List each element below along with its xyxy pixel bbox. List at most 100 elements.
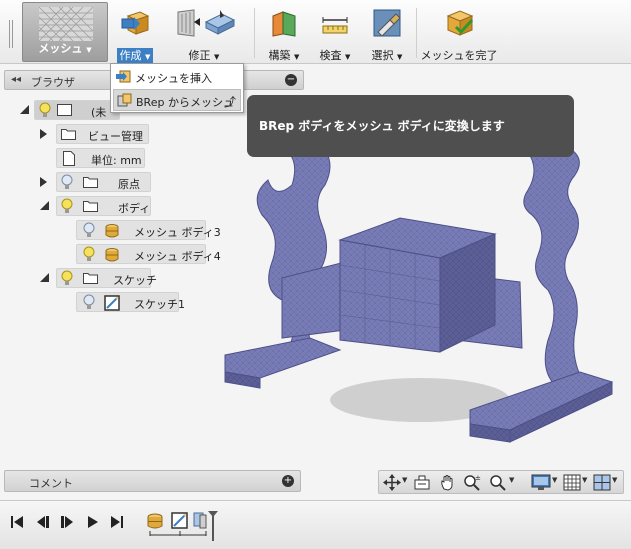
finish-mesh-button[interactable]: メッシュを完了 — [420, 4, 498, 62]
node-view-management[interactable]: ビュー管理 — [56, 124, 149, 144]
collapse-icon[interactable] — [40, 273, 49, 282]
node-sketch-1[interactable]: スケッチ1 — [76, 292, 185, 312]
node-origin[interactable]: 原点 — [56, 172, 151, 192]
inspect-button[interactable]: 検査 ▼ — [312, 4, 358, 62]
inspect-icon — [322, 17, 348, 34]
tree-row-bodies[interactable]: ボディ — [40, 196, 152, 216]
toolbar-separator — [416, 8, 417, 58]
modify-icon — [177, 9, 236, 37]
create-button[interactable]: 作成 ▼ — [112, 4, 158, 63]
inspect-label: 検査 — [319, 49, 342, 62]
chevron-down-icon[interactable]: ▼ — [552, 476, 557, 484]
visibility-bulb-off-icon[interactable] — [83, 294, 95, 310]
workspace-switcher[interactable]: メッシュ ▼ — [22, 2, 108, 62]
construct-label: 構築 — [268, 49, 291, 62]
visibility-bulb-icon[interactable] — [61, 270, 73, 286]
node-label: ビュー管理 — [88, 130, 143, 143]
node-units[interactable]: 単位: mm — [56, 148, 145, 168]
step-back-icon[interactable] — [36, 515, 50, 529]
tree-row-sketch-1[interactable]: スケッチ1 — [76, 292, 185, 312]
node-label: スケッチ — [113, 274, 157, 287]
timeline-features[interactable] — [146, 509, 222, 545]
comments-label: コメント — [29, 477, 73, 490]
node-label: 単位: mm — [91, 154, 142, 167]
select-button[interactable]: 選択 ▼ — [364, 4, 410, 62]
info-curl-icon: ⤴ — [223, 95, 236, 109]
look-at-icon[interactable] — [413, 474, 431, 491]
add-comment-button[interactable]: + — [282, 475, 294, 487]
tree-row-mesh-body-3[interactable]: メッシュ ボディ3 — [76, 220, 221, 240]
mesh-body-icon — [105, 224, 119, 238]
expand-root-icon[interactable] — [20, 105, 29, 114]
visibility-bulb-icon[interactable] — [39, 102, 51, 118]
orbit-icon[interactable] — [383, 474, 401, 491]
tooltip-text: BRep ボディをメッシュ ボディに変換します — [259, 119, 505, 133]
navigation-bar: ▼ ± ▼ ▼ ▼ ▼ — [378, 470, 624, 494]
panel-pin-button[interactable]: − — [285, 74, 297, 86]
visibility-bulb-off-icon[interactable] — [83, 222, 95, 238]
chevron-down-icon[interactable]: ▼ — [509, 476, 514, 484]
viewports-icon[interactable] — [593, 474, 611, 491]
chevron-down-icon[interactable]: ▼ — [402, 476, 407, 484]
mesh-workspace-icon — [39, 7, 93, 41]
go-to-end-icon[interactable] — [110, 515, 124, 529]
root-node[interactable]: (未 — [34, 100, 120, 120]
folder-icon — [83, 201, 98, 212]
node-label: スケッチ1 — [134, 298, 185, 311]
create-dropdown-menu: メッシュを挿入 BRep からメッシュ ⤴ — [110, 63, 244, 113]
visibility-bulb-icon[interactable] — [83, 246, 95, 262]
node-bodies[interactable]: ボディ — [56, 196, 151, 216]
insert-mesh-icon — [116, 70, 131, 83]
node-mesh-body-3[interactable]: メッシュ ボディ3 — [76, 220, 221, 240]
toolbar-grip[interactable] — [9, 20, 13, 48]
display-settings-icon[interactable] — [531, 474, 551, 491]
create-icon — [121, 11, 150, 35]
zoom-window-icon[interactable] — [489, 474, 507, 491]
select-label: 選択 — [371, 49, 394, 62]
grid-icon[interactable] — [563, 474, 581, 491]
zoom-icon[interactable]: ± — [463, 474, 481, 491]
tree-root-row[interactable]: (未 — [20, 100, 120, 120]
node-sketches[interactable]: スケッチ — [56, 268, 157, 288]
tree-row-sketches[interactable]: スケッチ — [40, 268, 157, 288]
go-to-start-icon[interactable] — [10, 515, 24, 529]
expand-icon[interactable] — [40, 129, 47, 139]
tooltip: BRep ボディをメッシュ ボディに変換します — [247, 95, 574, 157]
brep-to-mesh-icon — [117, 93, 132, 107]
modify-button[interactable]: 修正 ▼ — [166, 4, 242, 62]
tree-row-origin[interactable]: 原点 — [40, 172, 152, 192]
expand-icon[interactable] — [40, 177, 47, 187]
node-label: ボディ — [118, 202, 151, 215]
visibility-bulb-icon[interactable] — [61, 198, 73, 214]
folder-icon — [61, 129, 76, 140]
root-label: (未 — [91, 106, 107, 119]
component-icon — [57, 104, 72, 116]
menu-item-label: BRep からメッシュ — [136, 96, 234, 109]
construct-button[interactable]: 構築 ▼ — [260, 4, 308, 62]
tree-row-units[interactable]: 単位: mm — [56, 148, 146, 168]
menu-item-brep-to-mesh[interactable]: BRep からメッシュ ⤴ — [113, 89, 241, 111]
browser-title: ブラウザ — [31, 76, 75, 89]
tree-row-mesh-body-4[interactable]: メッシュ ボディ4 — [76, 244, 221, 264]
select-icon — [373, 9, 401, 37]
sketch-icon — [104, 295, 120, 311]
chevron-down-icon[interactable]: ▼ — [612, 476, 617, 484]
toolbar-separator — [254, 8, 255, 58]
create-label: 作成 — [119, 49, 142, 62]
main-toolbar: メッシュ ▼ 作成 ▼ 修正 ▼ 構築 ▼ 検査 ▼ 選択 ▼ メッシュを完了 — [0, 0, 631, 64]
menu-item-label: メッシュを挿入 — [135, 72, 212, 85]
modify-label: 修正 — [188, 49, 211, 62]
pan-hand-icon[interactable] — [439, 474, 457, 491]
node-label: メッシュ ボディ3 — [134, 226, 221, 239]
node-mesh-body-4[interactable]: メッシュ ボディ4 — [76, 244, 221, 264]
play-icon[interactable] — [60, 515, 74, 529]
collapse-panel-icon[interactable]: ◂◂ — [11, 74, 21, 85]
visibility-bulb-off-icon[interactable] — [61, 174, 73, 190]
comments-panel[interactable]: コメント + — [4, 470, 301, 492]
collapse-icon[interactable] — [40, 201, 49, 210]
menu-item-insert-mesh[interactable]: メッシュを挿入 — [113, 66, 241, 88]
step-forward-icon[interactable] — [86, 515, 100, 529]
chevron-down-icon[interactable]: ▼ — [582, 476, 587, 484]
folder-icon — [83, 177, 98, 188]
tree-row-view-management[interactable]: ビュー管理 — [40, 124, 150, 144]
